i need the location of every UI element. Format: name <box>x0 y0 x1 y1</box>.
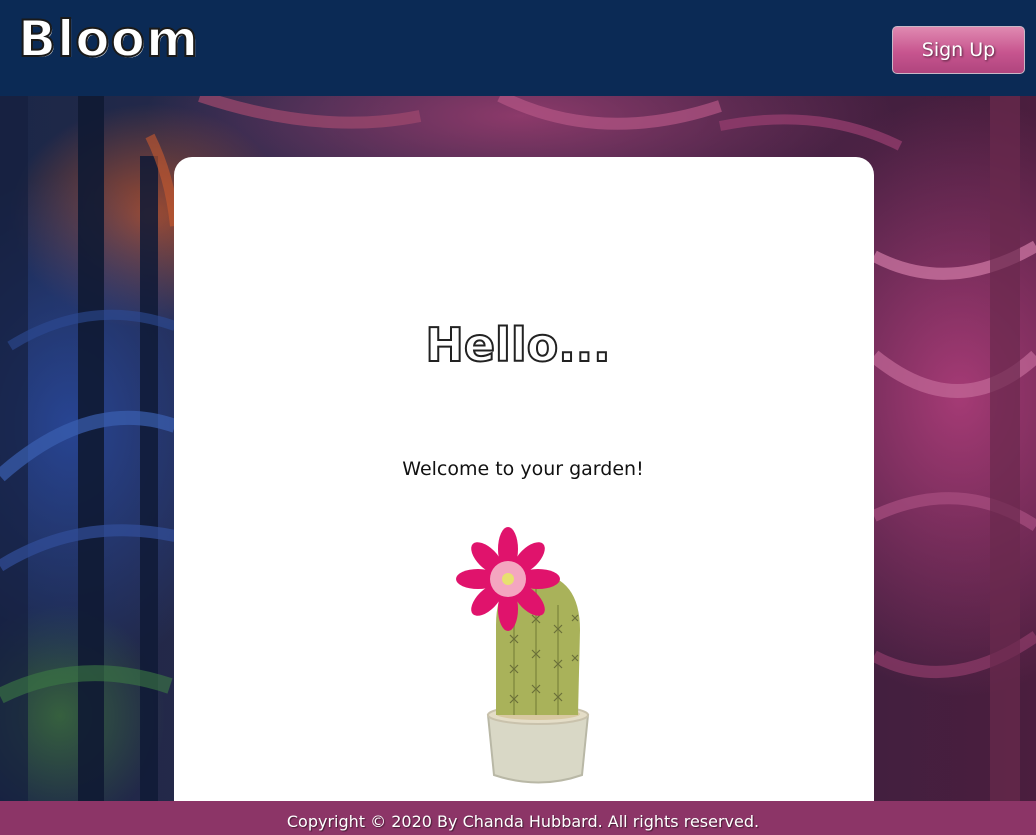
page-title: Hello... <box>424 317 611 373</box>
welcome-message: Welcome to your garden! <box>402 458 644 480</box>
sign-up-button[interactable]: Sign Up <box>892 26 1025 74</box>
logo[interactable]: Bloom <box>17 9 199 69</box>
cactus-icon <box>444 515 604 799</box>
header: Bloom Sign Up <box>0 0 1036 96</box>
copyright-text: Copyright © 2020 By Chanda Hubbard. All … <box>286 812 760 831</box>
